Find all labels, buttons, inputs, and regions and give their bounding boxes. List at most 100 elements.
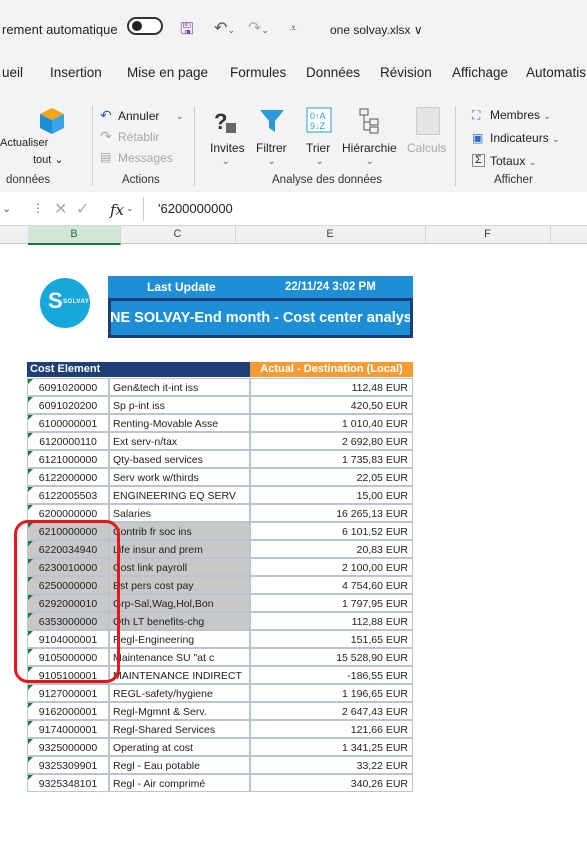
cost-element-desc[interactable]: Sp p-int iss <box>109 396 250 414</box>
amount-cell[interactable]: 2 692,80 EUR <box>250 432 413 450</box>
amount-cell[interactable]: 15 528,90 EUR <box>250 648 413 666</box>
cost-element-desc[interactable]: Cost link payroll <box>109 558 250 576</box>
cancel-icon[interactable]: ✕ <box>54 199 67 219</box>
save-icon[interactable]: 🖫 <box>180 18 194 45</box>
invites-button[interactable]: Invites <box>210 141 245 155</box>
cost-element-code[interactable]: 9174000001 <box>27 720 109 738</box>
insert-function-button[interactable]: fx <box>110 201 124 219</box>
cost-element-desc[interactable]: Contrib fr soc ins <box>109 522 250 540</box>
amount-cell[interactable]: 420,50 EUR <box>250 396 413 414</box>
cost-element-code[interactable]: 9127000001 <box>27 684 109 702</box>
cost-element-desc[interactable]: Maintenance SU "at c <box>109 648 250 666</box>
cost-element-desc[interactable]: Operating at cost <box>109 738 250 756</box>
chevron-down-icon[interactable]: ⌄ <box>222 156 230 167</box>
cost-element-code[interactable]: 6091020000 <box>27 378 109 396</box>
column-header-e[interactable]: E <box>235 226 426 243</box>
formula-options-icon[interactable]: ⋮ <box>32 201 44 215</box>
autosave-toggle[interactable] <box>127 17 163 35</box>
amount-cell[interactable]: 340,26 EUR <box>250 774 413 792</box>
amount-cell[interactable]: 1 196,65 EUR <box>250 684 413 702</box>
tab-formules[interactable]: Formules <box>230 65 286 80</box>
hierarchy-icon[interactable] <box>358 107 384 135</box>
sum-icon[interactable]: Σ <box>472 154 485 167</box>
column-header-c[interactable]: C <box>120 226 236 243</box>
chevron-down-icon[interactable]: ⌄ <box>268 156 276 167</box>
cost-element-desc[interactable]: Life insur and prem <box>109 540 250 558</box>
cost-element-desc[interactable]: REGL-safety/hygiene <box>109 684 250 702</box>
sort-icon[interactable]: 0↑A 9↓Z <box>306 107 332 135</box>
amount-cell[interactable]: 20,83 EUR <box>250 540 413 558</box>
cost-element-desc[interactable]: Ext serv-n/tax <box>109 432 250 450</box>
tab-revision[interactable]: Révision <box>380 65 432 80</box>
hierarchie-button[interactable]: Hiérarchie <box>342 141 397 155</box>
redo-icon[interactable]: ↷⌄ <box>248 18 269 38</box>
cost-element-desc[interactable]: Qty-based services <box>109 450 250 468</box>
cost-element-code[interactable]: 6120000110 <box>27 432 109 450</box>
cost-element-desc[interactable]: Regl - Eau potable <box>109 756 250 774</box>
chevron-down-icon[interactable]: ⌄ <box>176 111 184 122</box>
refresh-all-icon[interactable] <box>36 106 68 136</box>
amount-cell[interactable]: 6 101,52 EUR <box>250 522 413 540</box>
filter-icon[interactable] <box>258 107 286 135</box>
members-icon[interactable]: ⛶ <box>472 108 480 123</box>
chevron-down-icon[interactable]: ⌄ <box>366 156 374 167</box>
cost-element-desc[interactable]: Regl-Mgmnt & Serv. <box>109 702 250 720</box>
amount-cell[interactable]: 1 010,40 EUR <box>250 414 413 432</box>
tab-insertion[interactable]: Insertion <box>50 65 102 80</box>
annuler-button[interactable]: Annuler <box>118 109 159 123</box>
amount-cell[interactable]: 121,66 EUR <box>250 720 413 738</box>
cost-element-desc[interactable]: Gen&tech it-int iss <box>109 378 250 396</box>
trier-button[interactable]: Trier <box>306 141 330 155</box>
amount-cell[interactable]: 112,88 EUR <box>250 612 413 630</box>
cost-element-code[interactable]: 6100000001 <box>27 414 109 432</box>
amount-cell[interactable]: 22,05 EUR <box>250 468 413 486</box>
cost-element-code[interactable]: 6122000000 <box>27 468 109 486</box>
cost-element-code[interactable]: 6122005503 <box>27 486 109 504</box>
cost-element-code[interactable]: 9162000001 <box>27 702 109 720</box>
file-name[interactable]: one solvay.xlsx ∨ <box>330 23 423 37</box>
amount-cell[interactable]: 1 341,25 EUR <box>250 738 413 756</box>
refresh-all-label[interactable]: Actualiser <box>0 137 48 149</box>
amount-cell[interactable]: 1 797,95 EUR <box>250 594 413 612</box>
column-header-f[interactable]: F <box>425 226 551 243</box>
amount-cell[interactable]: 112,48 EUR <box>250 378 413 396</box>
formula-input[interactable]: '6200000000 <box>143 197 587 221</box>
cost-element-desc[interactable]: Regl - Air comprimé <box>109 774 250 792</box>
chevron-down-icon[interactable]: ⌄ <box>316 156 324 167</box>
amount-cell[interactable]: 15,00 EUR <box>250 486 413 504</box>
amount-cell[interactable]: 2 647,43 EUR <box>250 702 413 720</box>
customize-qat-icon[interactable]: ⩡ <box>290 21 297 36</box>
tab-affichage[interactable]: Affichage <box>452 65 508 80</box>
totaux-button[interactable]: Totaux ⌄ <box>490 154 536 168</box>
cost-element-desc[interactable]: ENGINEERING EQ SERV <box>109 486 250 504</box>
amount-cell[interactable]: 16 265,13 EUR <box>250 504 413 522</box>
prompts-icon[interactable]: ? <box>212 107 238 135</box>
cost-element-code[interactable]: 6091020200 <box>27 396 109 414</box>
cost-element-desc[interactable]: Salaries <box>109 504 250 522</box>
confirm-icon[interactable]: ✓ <box>76 199 89 219</box>
amount-cell[interactable]: 151,65 EUR <box>250 630 413 648</box>
cost-element-code[interactable]: 9325348101 <box>27 774 109 792</box>
amount-cell[interactable]: 2 100,00 EUR <box>250 558 413 576</box>
cost-element-desc[interactable]: Est pers cost pay <box>109 576 250 594</box>
cost-element-desc[interactable]: Oth LT benefits-chg <box>109 612 250 630</box>
cost-element-desc[interactable]: MAINTENANCE INDIRECT <box>109 666 250 684</box>
cost-element-code[interactable]: 6121000000 <box>27 450 109 468</box>
indicators-icon[interactable]: ▣ <box>472 131 483 145</box>
cost-element-desc[interactable]: Renting-Movable Asse <box>109 414 250 432</box>
name-box-chevron-icon[interactable]: ⌄ <box>2 202 11 215</box>
chevron-down-icon[interactable]: ⌄ <box>126 203 134 214</box>
amount-cell[interactable]: 4 754,60 EUR <box>250 576 413 594</box>
undo-arrow-icon[interactable]: ↶ <box>100 107 112 124</box>
cost-element-desc[interactable]: Regl-Shared Services <box>109 720 250 738</box>
cost-element-desc[interactable]: Serv work w/thirds <box>109 468 250 486</box>
tab-accueil[interactable]: ueil <box>2 65 23 80</box>
column-header-a[interactable] <box>0 226 29 243</box>
undo-icon[interactable]: ↶⌄ <box>214 18 235 38</box>
tab-automatiser[interactable]: Automatis <box>526 65 586 80</box>
cost-element-code[interactable]: 9325000000 <box>27 738 109 756</box>
filtrer-button[interactable]: Filtrer <box>256 141 287 155</box>
amount-cell[interactable]: 1 735,83 EUR <box>250 450 413 468</box>
cost-element-desc[interactable]: Grp-Sal,Wag,Hol,Bon <box>109 594 250 612</box>
indicateurs-button[interactable]: Indicateurs ⌄ <box>490 131 560 145</box>
